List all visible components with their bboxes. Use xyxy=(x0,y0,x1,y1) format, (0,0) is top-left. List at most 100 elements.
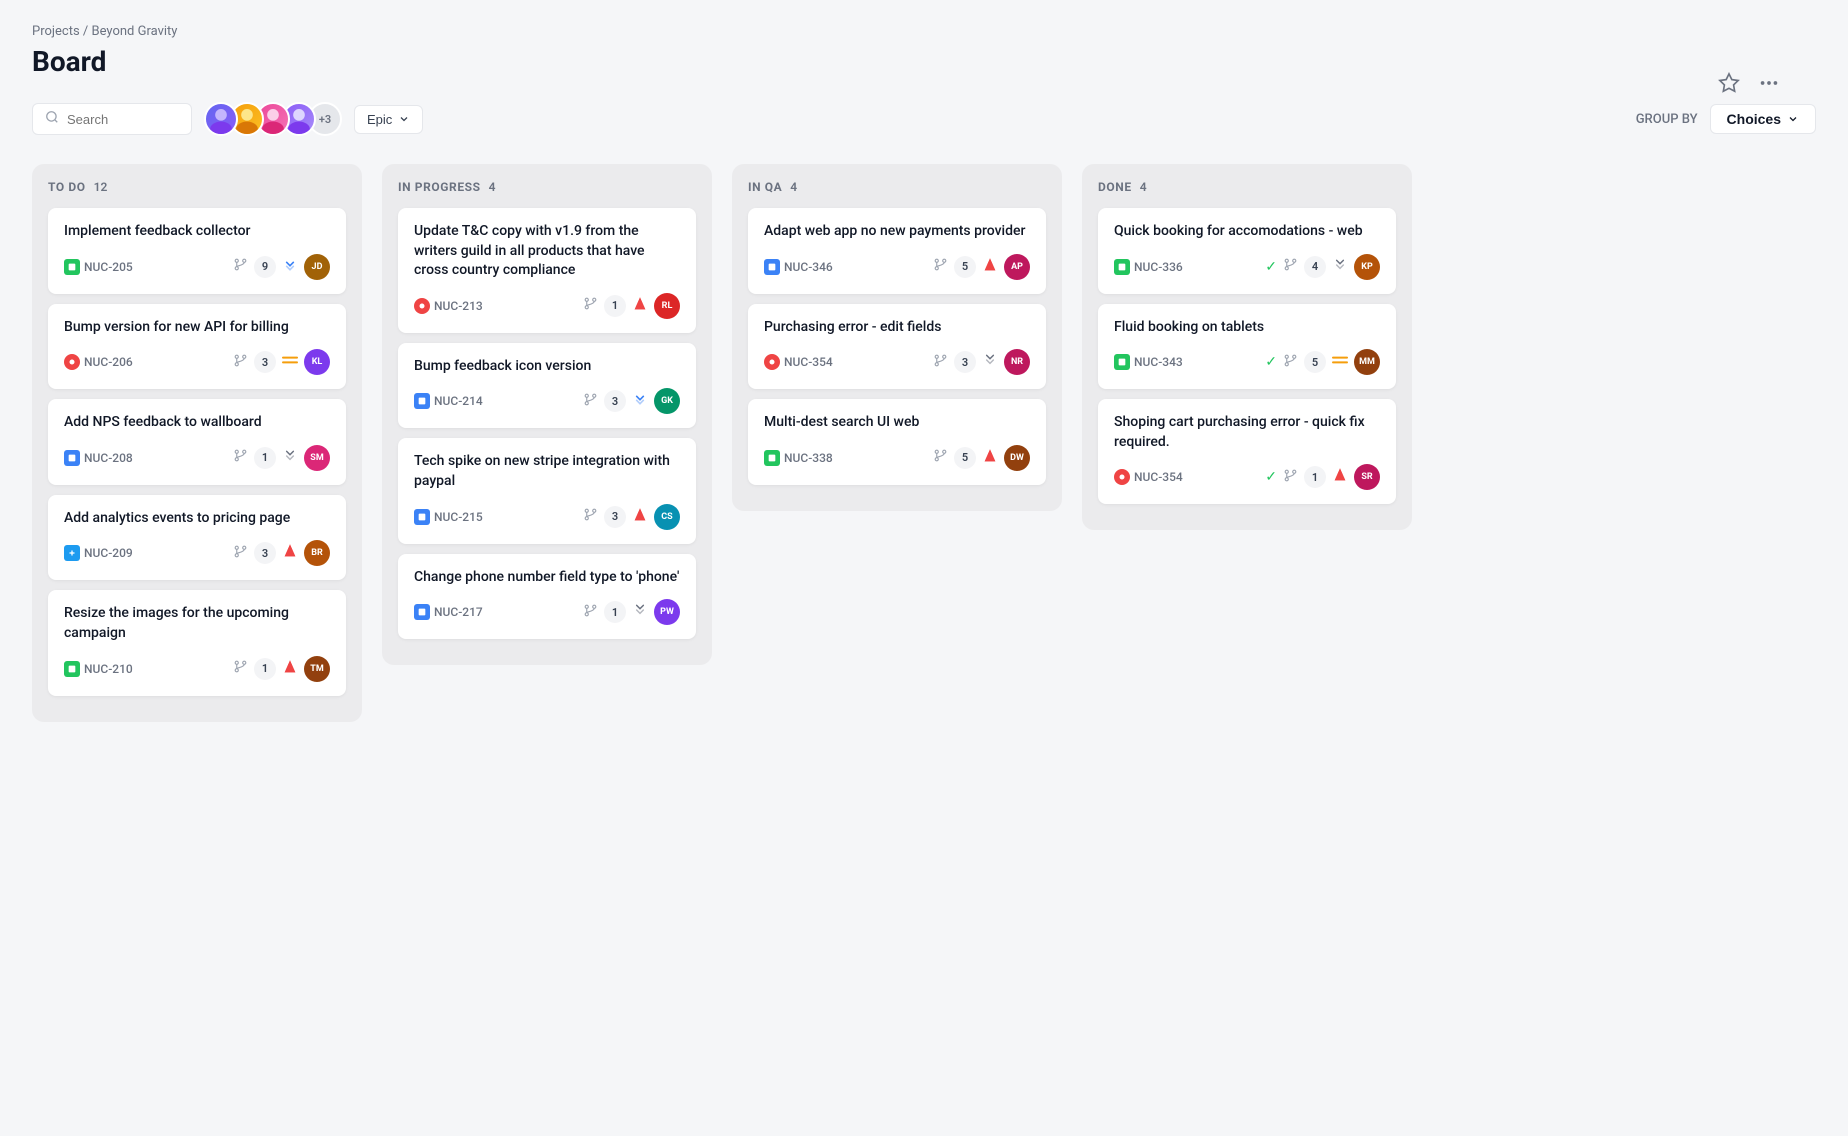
search-icon xyxy=(45,110,59,128)
card-footer: NUC-336 ✓ 4 KP xyxy=(1114,254,1380,280)
priority-icon xyxy=(282,543,298,563)
search-box[interactable] xyxy=(32,103,192,135)
column-title: IN PROGRESS xyxy=(398,180,481,194)
column-inqa: IN QA 4 Adapt web app no new payments pr… xyxy=(732,164,1062,511)
card-meta: 1 SM xyxy=(233,445,330,471)
card-id: NUC-205 xyxy=(64,259,133,275)
priority-icon xyxy=(632,602,648,622)
card[interactable]: Add NPS feedback to wallboard NUC-208 1 … xyxy=(48,399,346,485)
card-footer: NUC-354 ✓ 1 SR xyxy=(1114,464,1380,490)
branch-icon xyxy=(233,257,248,276)
card[interactable]: Implement feedback collector NUC-205 9 J… xyxy=(48,208,346,294)
page-title: Board xyxy=(32,45,1816,78)
meta-count: 3 xyxy=(604,390,626,412)
priority-icon xyxy=(1332,467,1348,487)
card[interactable]: Quick booking for accomodations - web NU… xyxy=(1098,208,1396,294)
column-title: DONE xyxy=(1098,180,1132,194)
search-input[interactable] xyxy=(67,112,179,127)
column-count: 4 xyxy=(489,180,496,194)
branch-icon xyxy=(583,392,598,411)
more-options-button[interactable] xyxy=(1754,68,1784,104)
column-header: IN PROGRESS 4 xyxy=(398,180,696,194)
meta-count: 3 xyxy=(254,542,276,564)
card-meta: 3 BR xyxy=(233,540,330,566)
column-title: TO DO xyxy=(48,180,86,194)
column-count: 4 xyxy=(1140,180,1147,194)
priority-icon xyxy=(982,448,998,468)
card-id: NUC-213 xyxy=(414,298,483,314)
card-title: Implement feedback collector xyxy=(64,222,330,242)
card-id: NUC-354 xyxy=(764,354,833,370)
card-meta: 3 CS xyxy=(583,504,680,530)
meta-count: 5 xyxy=(1304,351,1326,373)
card[interactable]: Update T&C copy with v1.9 from the write… xyxy=(398,208,696,333)
card[interactable]: Change phone number field type to 'phone… xyxy=(398,554,696,640)
meta-count: 5 xyxy=(954,447,976,469)
choices-button[interactable]: Choices xyxy=(1710,104,1816,134)
branch-icon xyxy=(933,257,948,276)
card-id: NUC-336 xyxy=(1114,259,1183,275)
card[interactable]: Bump version for new API for billing NUC… xyxy=(48,304,346,390)
card-footer: NUC-205 9 JD xyxy=(64,254,330,280)
column-inprogress: IN PROGRESS 4 Update T&C copy with v1.9 … xyxy=(382,164,712,665)
card-meta: 3 NR xyxy=(933,349,1030,375)
card[interactable]: Fluid booking on tablets NUC-343 ✓ 5 MM xyxy=(1098,304,1396,390)
meta-count: 1 xyxy=(254,658,276,680)
card-meta: 1 TM xyxy=(233,656,330,682)
card-title: Adapt web app no new payments provider xyxy=(764,222,1030,242)
meta-count: 4 xyxy=(1304,256,1326,278)
priority-icon xyxy=(982,352,998,372)
card-title: Bump feedback icon version xyxy=(414,357,680,377)
branch-icon xyxy=(583,507,598,526)
card[interactable]: Adapt web app no new payments provider N… xyxy=(748,208,1046,294)
card-id: NUC-338 xyxy=(764,450,833,466)
card[interactable]: Multi-dest search UI web NUC-338 5 DW xyxy=(748,399,1046,485)
column-done: DONE 4 Quick booking for accomodations -… xyxy=(1082,164,1412,530)
card[interactable]: Tech spike on new stripe integration wit… xyxy=(398,438,696,543)
card-footer: NUC-217 1 PW xyxy=(414,599,680,625)
card-meta: 3 KL xyxy=(233,349,330,375)
card-meta: 1 PW xyxy=(583,599,680,625)
group-by-label: GROUP BY xyxy=(1636,112,1698,127)
card-id: NUC-346 xyxy=(764,259,833,275)
card-id: NUC-354 xyxy=(1114,469,1183,485)
card-title: Add NPS feedback to wallboard xyxy=(64,413,330,433)
card-title: Quick booking for accomodations - web xyxy=(1114,222,1380,242)
card[interactable]: Shoping cart purchasing error - quick fi… xyxy=(1098,399,1396,504)
meta-count: 5 xyxy=(954,256,976,278)
meta-count: 3 xyxy=(604,506,626,528)
meta-count: 9 xyxy=(254,256,276,278)
star-button[interactable] xyxy=(1714,68,1744,104)
card-title: Bump version for new API for billing xyxy=(64,318,330,338)
priority-icon xyxy=(1332,257,1348,277)
branch-icon xyxy=(1283,353,1298,372)
done-check-icon: ✓ xyxy=(1265,469,1277,485)
done-check-icon: ✓ xyxy=(1265,354,1277,370)
priority-icon xyxy=(282,448,298,468)
card[interactable]: Resize the images for the upcoming campa… xyxy=(48,590,346,695)
card-meta: 5 AP xyxy=(933,254,1030,280)
card-id: NUC-217 xyxy=(414,604,483,620)
branch-icon xyxy=(583,296,598,315)
card-title: Tech spike on new stripe integration wit… xyxy=(414,452,680,491)
card[interactable]: Purchasing error - edit fields NUC-354 3… xyxy=(748,304,1046,390)
column-header: IN QA 4 xyxy=(748,180,1046,194)
avatar xyxy=(204,102,238,136)
epic-filter-button[interactable]: Epic xyxy=(354,105,423,134)
card-footer: NUC-354 3 NR xyxy=(764,349,1030,375)
card-title: Shoping cart purchasing error - quick fi… xyxy=(1114,413,1380,452)
toolbar: +3 Epic GROUP BY Choices xyxy=(32,102,1816,136)
branch-icon xyxy=(933,448,948,467)
card[interactable]: Bump feedback icon version NUC-214 3 GK xyxy=(398,343,696,429)
board: TO DO 12 Implement feedback collector NU… xyxy=(32,164,1816,722)
card[interactable]: Add analytics events to pricing page NUC… xyxy=(48,495,346,581)
group-by-section: GROUP BY Choices xyxy=(1636,104,1816,134)
card-footer: NUC-209 3 BR xyxy=(64,540,330,566)
card-title: Update T&C copy with v1.9 from the write… xyxy=(414,222,680,281)
card-title: Purchasing error - edit fields xyxy=(764,318,1030,338)
card-title: Change phone number field type to 'phone… xyxy=(414,568,680,588)
branch-icon xyxy=(233,544,248,563)
done-check-icon: ✓ xyxy=(1265,259,1277,275)
meta-count: 1 xyxy=(1304,466,1326,488)
epic-label: Epic xyxy=(367,112,392,127)
